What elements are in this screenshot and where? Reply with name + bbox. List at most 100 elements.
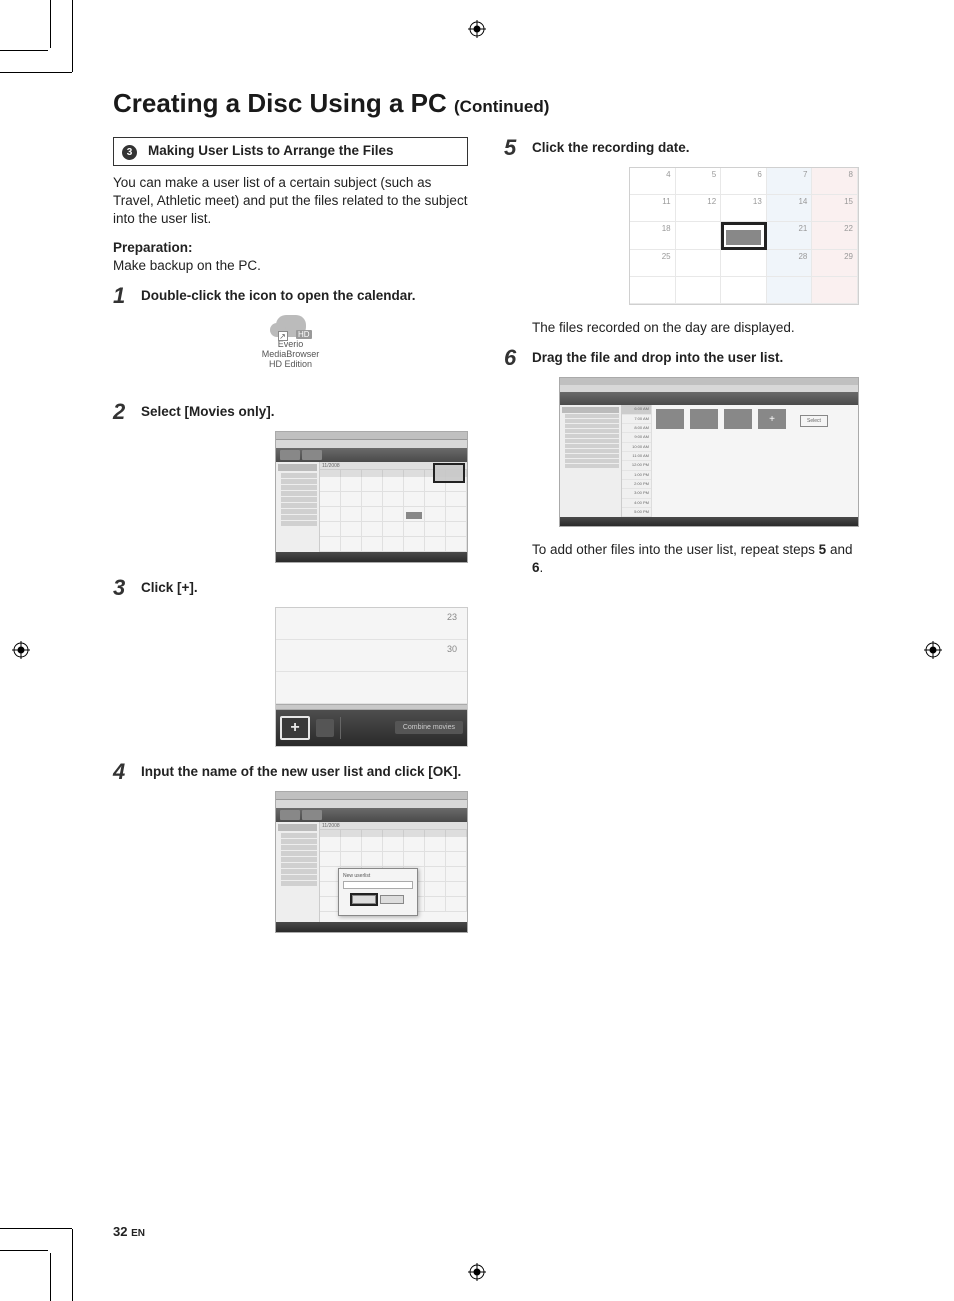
- page-language: EN: [131, 1228, 145, 1239]
- note-text: To add other files into the user list, r…: [532, 542, 819, 557]
- calendar-cell: 11: [630, 195, 676, 222]
- registration-mark-icon: [468, 20, 486, 38]
- sidebar-item: [281, 845, 317, 850]
- sidebar-item: [565, 429, 619, 433]
- add-button-highlight: +: [280, 716, 310, 740]
- time-slot: 8:00 AM: [622, 424, 651, 433]
- step-6-note: To add other files into the user list, r…: [532, 541, 859, 577]
- figure-drag-drop: 6:00 AM 7:00 AM 8:00 AM 9:00 AM 10:00 AM…: [504, 377, 859, 527]
- crop-mark: [0, 1228, 72, 1229]
- video-thumbnail: [690, 409, 718, 430]
- calendar-cell: [812, 277, 858, 304]
- icon-label-line: MediaBrowser: [262, 349, 320, 359]
- step-text: Click the recording date.: [532, 137, 690, 159]
- right-column: 5 Click the recording date. 4 5 6 7 8 11…: [504, 137, 859, 947]
- sidebar-header: [278, 824, 317, 831]
- time-slot: 6:00 AM: [622, 405, 651, 414]
- hd-badge: HD: [296, 330, 312, 339]
- crop-mark: [0, 72, 72, 73]
- step-text: Double-click the icon to open the calend…: [141, 285, 416, 307]
- window-titlebar: [276, 792, 467, 800]
- section-heading: Making User Lists to Arrange the Files: [148, 143, 459, 160]
- time-slot: 3:00 PM: [622, 489, 651, 498]
- crop-mark: [0, 1250, 48, 1251]
- toolbar-tab: [302, 450, 322, 460]
- sidebar: [276, 822, 320, 922]
- calendar-cell: 23: [276, 608, 467, 640]
- window-statusbar: [560, 517, 858, 526]
- toolbar-tab: [302, 810, 322, 820]
- page-number-value: 32: [113, 1224, 127, 1239]
- crop-mark: [50, 1253, 51, 1301]
- calendar-cell: 6: [721, 168, 767, 195]
- time-slot: 5:00 PM: [622, 508, 651, 517]
- cloud-icon: ↗ HD: [276, 315, 306, 337]
- time-slot: 7:00 AM: [622, 415, 651, 424]
- mediabrowser-window: 11/2008: [275, 431, 468, 563]
- registration-mark-icon: [12, 641, 30, 659]
- step-number: 3: [113, 577, 131, 599]
- calendar-month-crop: 4 5 6 7 8 11 12 13 14 15 18 21 22 25: [629, 167, 859, 305]
- select-label: Select: [800, 415, 828, 427]
- title-continued: (Continued): [454, 97, 549, 116]
- calendar-cell-selected: [721, 222, 767, 249]
- sidebar-item: [281, 515, 317, 520]
- sidebar-item: [565, 414, 619, 418]
- step-1: 1 Double-click the icon to open the cale…: [113, 285, 468, 307]
- step-3: 3 Click [+].: [113, 577, 468, 599]
- cancel-button: [380, 895, 404, 904]
- window-menubar: [276, 800, 467, 808]
- step-number: 2: [113, 401, 131, 423]
- time-slot: 2:00 PM: [622, 480, 651, 489]
- dialog-label: New userlist: [343, 873, 413, 879]
- step-5: 5 Click the recording date.: [504, 137, 859, 159]
- figure-name-dialog: 11/2008: [113, 791, 468, 933]
- sidebar: [276, 462, 320, 552]
- sidebar-item: [281, 479, 317, 484]
- add-thumbnail: +: [758, 409, 786, 430]
- sidebar-item: [281, 863, 317, 868]
- thumbnail-row: + Select: [652, 405, 858, 517]
- divider: [340, 717, 341, 739]
- video-thumbnail: [724, 409, 752, 430]
- sidebar-item: [281, 839, 317, 844]
- window-statusbar: [276, 552, 467, 562]
- window-toolbar: [560, 392, 858, 405]
- sidebar-item: [565, 459, 619, 463]
- sidebar-item: [565, 454, 619, 458]
- time-slot: 11:00 AM: [622, 452, 651, 461]
- figure-plus-toolbar: 23 30 + Combine movies: [113, 607, 468, 747]
- window-toolbar: [276, 808, 467, 822]
- time-column: 6:00 AM 7:00 AM 8:00 AM 9:00 AM 10:00 AM…: [622, 405, 652, 517]
- calendar-cell: 5: [676, 168, 722, 195]
- calendar-cell: 29: [812, 250, 858, 277]
- time-slot: 4:00 PM: [622, 499, 651, 508]
- calendar-cell: 14: [767, 195, 813, 222]
- title-main: Creating a Disc Using a PC: [113, 88, 447, 118]
- dialog-buttons: [343, 895, 413, 904]
- new-userlist-dialog: New userlist: [338, 868, 418, 916]
- calendar-cell: 8: [812, 168, 858, 195]
- crop-mark: [50, 0, 51, 48]
- calendar-cell: 4: [630, 168, 676, 195]
- figure-desktop-icon: ↗ HD Everio MediaBrowser HD Edition: [113, 315, 468, 387]
- note-step-ref: 6: [532, 560, 540, 575]
- video-thumbnail: [656, 409, 684, 430]
- sidebar-item: [281, 857, 317, 862]
- note-text: and: [826, 542, 852, 557]
- step-number: 5: [504, 137, 522, 159]
- section-number-badge: 3: [122, 145, 137, 160]
- calendar-cell: [676, 277, 722, 304]
- calendar-cell: 25: [630, 250, 676, 277]
- calendar-cell: 22: [812, 222, 858, 249]
- sidebar-item: [565, 424, 619, 428]
- mediabrowser-window: 6:00 AM 7:00 AM 8:00 AM 9:00 AM 10:00 AM…: [559, 377, 859, 527]
- registration-mark-icon: [468, 1263, 486, 1281]
- calendar-cell: [721, 277, 767, 304]
- calendar-cell: 13: [721, 195, 767, 222]
- note-text: .: [540, 560, 544, 575]
- calendar-cell: 30: [276, 640, 467, 672]
- calendar-cell: 12: [676, 195, 722, 222]
- two-column-layout: 3 Making User Lists to Arrange the Files…: [113, 137, 859, 947]
- step-number: 4: [113, 761, 131, 783]
